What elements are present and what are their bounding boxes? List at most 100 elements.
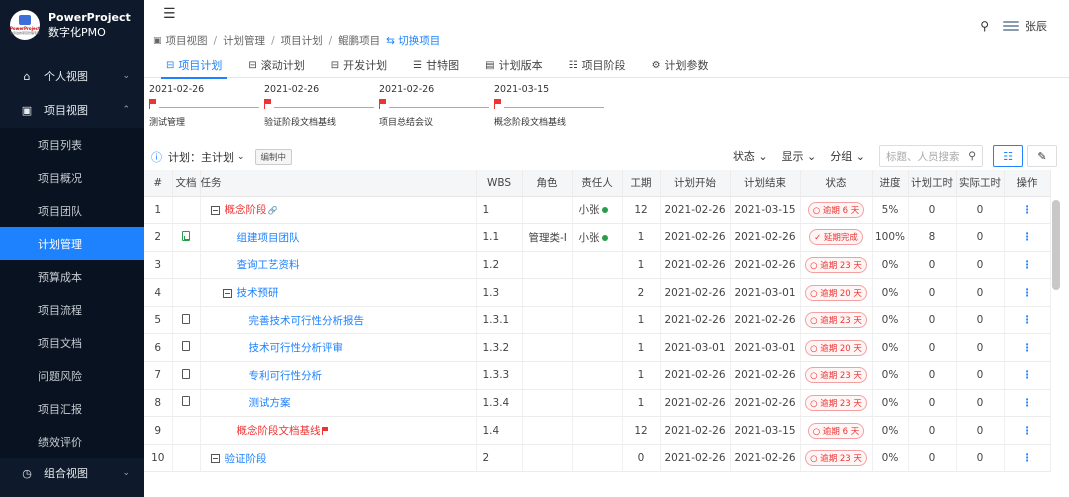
tab-item[interactable]: ☰ 甘特图 — [400, 52, 472, 78]
collapse-toggle-icon[interactable] — [210, 205, 220, 215]
plan-selector[interactable]: 计划：主计划 — [168, 149, 234, 165]
sidebar-item[interactable]: 问题风险 — [0, 359, 144, 392]
edit-button[interactable]: ✎ — [1027, 145, 1057, 167]
task-name[interactable]: 技术预研 — [237, 287, 279, 299]
column-header[interactable]: 计划结束 — [730, 170, 801, 197]
sidebar-item[interactable]: 项目列表 — [0, 128, 144, 161]
table-row[interactable]: 4 技术预研 1.3 2 2021-02-26 2021-03-01 ○ 逾期 20 天 0%… — [144, 278, 1051, 307]
nav-group-personal[interactable]: ⌂ 个人视图 ⌄ — [0, 60, 144, 92]
column-header[interactable]: 状态 — [800, 170, 873, 197]
tab-item[interactable]: ⊟ 滚动计划 — [235, 52, 317, 78]
more-actions-icon[interactable]: ⋮ — [1022, 287, 1033, 299]
brand[interactable]: PowerProject 你身边的项目管理专家 PowerProject 数字化… — [0, 0, 144, 50]
column-header[interactable]: WBS — [476, 170, 523, 197]
table-row[interactable]: 5 完善技术可行性分析报告 1.3.1 1 2021-02-26 2021-02-26 ○ … — [144, 306, 1051, 335]
list-view-button[interactable]: ☷ — [993, 145, 1023, 167]
sidebar-item[interactable]: 项目概况 — [0, 161, 144, 194]
display-dropdown[interactable]: 显示 ⌄ — [782, 148, 817, 164]
tab-item[interactable]: ▤ 计划版本 — [472, 52, 555, 78]
more-actions-icon[interactable]: ⋮ — [1022, 259, 1033, 271]
tab-item[interactable]: ⚙ 计划参数 — [639, 52, 722, 78]
progress-cell: 0% — [872, 444, 909, 473]
sidebar-item[interactable]: 项目文档 — [0, 326, 144, 359]
table-row[interactable]: 10 验证阶段 2 0 2021-02-26 2021-02-26 ○ 逾期 23 天 0% 0… — [144, 444, 1051, 473]
tab-item[interactable]: ☷ 项目阶段 — [556, 52, 639, 78]
task-name[interactable]: 技术可行性分析评审 — [249, 342, 344, 354]
breadcrumb-item[interactable]: 计划管理 — [223, 33, 265, 48]
milestone[interactable]: 2021-02-26 测试管理 — [149, 84, 259, 128]
column-header[interactable]: 工期 — [622, 170, 661, 197]
sidebar-item[interactable]: 计划管理 — [0, 227, 144, 260]
sidebar-item[interactable]: 项目汇报 — [0, 392, 144, 425]
breadcrumb-item[interactable]: 项目计划 — [281, 33, 323, 48]
column-header[interactable]: 任务 — [200, 170, 477, 197]
tab-item[interactable]: ⊟ 项目计划 — [153, 52, 235, 79]
column-header[interactable]: 计划开始 — [660, 170, 731, 197]
table-row[interactable]: 8 测试方案 1.3.4 1 2021-02-26 2021-02-26 ○ 逾期 23 天… — [144, 389, 1051, 418]
task-name[interactable]: 完善技术可行性分析报告 — [249, 315, 365, 327]
milestone[interactable]: 2021-03-15 概念阶段文档基线 — [494, 84, 604, 128]
document-attached-icon[interactable] — [182, 230, 190, 241]
document-icon[interactable] — [182, 313, 190, 324]
task-name[interactable]: 测试方案 — [249, 397, 291, 409]
table-row[interactable]: 9 概念阶段文档基线 1.4 12 2021-02-26 2021-03-15 ○ 逾期 6… — [144, 416, 1051, 445]
column-header[interactable]: 进度 — [872, 170, 909, 197]
brand-subtitle: 数字化PMO — [48, 26, 106, 39]
task-name[interactable]: 验证阶段 — [225, 453, 267, 465]
nav-group-portfolio[interactable]: ◷ 组合视图 ⌄ — [0, 458, 144, 488]
avatar[interactable] — [1003, 19, 1019, 33]
more-actions-icon[interactable]: ⋮ — [1022, 369, 1033, 381]
column-header[interactable]: # — [144, 170, 173, 197]
group-dropdown[interactable]: 分组 ⌄ — [830, 148, 865, 164]
more-actions-icon[interactable]: ⋮ — [1022, 204, 1033, 216]
column-header[interactable]: 计划工时 — [908, 170, 957, 197]
document-icon[interactable] — [182, 368, 190, 379]
task-name[interactable]: 概念阶段 — [225, 204, 267, 216]
column-header[interactable]: 责任人 — [572, 170, 623, 197]
info-icon: ⓘ — [151, 151, 162, 164]
search-icon[interactable]: ⚲ — [980, 19, 989, 33]
sidebar-item[interactable]: 项目流程 — [0, 293, 144, 326]
table-row[interactable]: 3 查询工艺资料 1.2 1 2021-02-26 2021-02-26 ○ 逾期 23 天… — [144, 251, 1051, 280]
task-name[interactable]: 专利可行性分析 — [249, 370, 323, 382]
breadcrumb-item[interactable]: 项目视图 — [166, 33, 208, 48]
more-actions-icon[interactable]: ⋮ — [1022, 342, 1033, 354]
more-actions-icon[interactable]: ⋮ — [1022, 452, 1033, 464]
sidebar-item[interactable]: 项目团队 — [0, 194, 144, 227]
table-row[interactable]: 1 概念阶段🔗 1 小张 12 2021-02-26 2021-03-15 ○ 逾期 6 天5… — [144, 196, 1051, 225]
column-header[interactable]: 文档 — [172, 170, 201, 197]
task-name[interactable]: 概念阶段文档基线 — [237, 425, 321, 437]
more-actions-icon[interactable]: ⋮ — [1022, 397, 1033, 409]
milestone[interactable]: 2021-02-26 验证阶段文档基线 — [264, 84, 374, 128]
collapse-toggle-icon[interactable] — [210, 454, 220, 464]
menu-toggle-icon[interactable]: ☰ — [163, 6, 176, 22]
table-row[interactable]: 2 组建项目团队 1.1 管理类-I 小张 1 2021-02-26 2021-02-26 ✓ … — [144, 223, 1051, 252]
owner-cell: 小张 — [572, 223, 623, 252]
more-actions-icon[interactable]: ⋮ — [1022, 314, 1033, 326]
sidebar-item[interactable]: 绩效评价 — [0, 425, 144, 458]
task-name[interactable]: 组建项目团队 — [237, 232, 300, 244]
sidebar-item[interactable]: 预算成本 — [0, 260, 144, 293]
task-name[interactable]: 查询工艺资料 — [237, 259, 300, 271]
column-header[interactable]: 角色 — [522, 170, 573, 197]
collapse-toggle-icon[interactable] — [222, 288, 232, 298]
table-row[interactable]: 7 专利可行性分析 1.3.3 1 2021-02-26 2021-02-26 ○ 逾期 2… — [144, 361, 1051, 390]
document-icon[interactable] — [182, 341, 190, 352]
search-input[interactable]: 标题、人员搜索 ⚲ — [879, 145, 983, 167]
document-icon[interactable] — [182, 396, 190, 407]
column-header[interactable]: 实际工时 — [956, 170, 1005, 197]
tab-item[interactable]: ⊟ 开发计划 — [318, 52, 400, 78]
table-row[interactable]: 6 技术可行性分析评审 1.3.2 1 2021-03-01 2021-03-01 ○ 逾期… — [144, 333, 1051, 363]
switch-project-link[interactable]: ⇆ 切换项目 — [386, 33, 440, 48]
scrollbar[interactable] — [1052, 200, 1060, 290]
more-actions-icon[interactable]: ⋮ — [1022, 425, 1033, 437]
nav-group-project[interactable]: ▣ 项目视图 ⌃ — [0, 92, 144, 128]
swap-icon: ⇆ — [386, 35, 399, 47]
milestone[interactable]: 2021-02-26 项目总结会议 — [379, 84, 489, 128]
column-header[interactable]: 操作 — [1004, 170, 1051, 197]
status-filter-dropdown[interactable]: 状态 ⌄ — [733, 148, 768, 164]
user-name[interactable]: 张辰 — [1025, 18, 1047, 34]
wbs-cell: 1.1 — [476, 223, 523, 252]
actual-hours-cell: 0 — [956, 223, 1005, 252]
more-actions-icon[interactable]: ⋮ — [1022, 231, 1033, 243]
